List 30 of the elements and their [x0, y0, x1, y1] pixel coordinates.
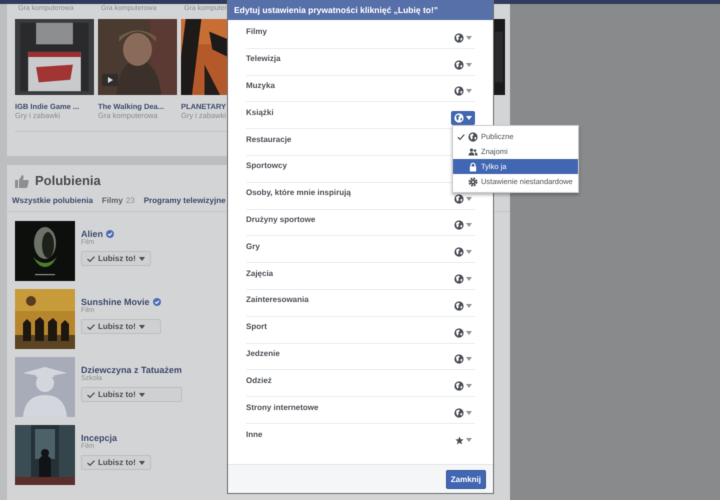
dialog-title: Edytuj ustawienia prywatności kliknięć „Lubię to!”	[228, 0, 493, 20]
tab[interactable]: Filmy 23	[102, 196, 135, 205]
tab[interactable]: Programy telewizyjne	[144, 196, 226, 205]
section-title: Polubienia	[35, 173, 101, 188]
category-label: Sport	[246, 322, 267, 332]
tab[interactable]: Wszystkie polubienia	[12, 196, 93, 205]
category-label: Zainteresowania	[246, 295, 309, 304]
category-label: Filmy	[246, 27, 267, 36]
category-label: Zajęcia	[246, 268, 274, 278]
category-label: Sportowcy	[246, 161, 287, 170]
category-label: Strony internetowe	[246, 402, 318, 412]
like-button[interactable]: Lubisz to!	[81, 387, 182, 402]
like-button[interactable]: Lubisz to!	[81, 251, 151, 266]
category-label: Drużyny sportowe	[246, 214, 316, 224]
close-button[interactable]: Zamknij	[446, 470, 486, 488]
category-label: Restauracje	[246, 134, 292, 144]
category-label: Osoby, które mnie inspirują	[246, 188, 351, 198]
page-name[interactable]: Incepcja	[81, 433, 118, 443]
category-label: Jedzenie	[246, 348, 280, 358]
category-label: Odzież	[246, 376, 272, 385]
category-label: Książki	[246, 108, 274, 117]
like-button[interactable]: Lubisz to!	[81, 319, 161, 334]
category-label: Gry	[246, 242, 260, 251]
category-label: Inne	[246, 430, 262, 439]
like-button[interactable]: Lubisz to!	[81, 455, 151, 470]
category-label: Telewizja	[246, 54, 281, 64]
page-name[interactable]: Sunshine Movie	[81, 297, 150, 307]
page-name[interactable]: Dziewczyna z Tatuażem	[81, 365, 182, 375]
page-name[interactable]: Alien	[81, 229, 104, 239]
category-label: Muzyka	[246, 80, 275, 90]
